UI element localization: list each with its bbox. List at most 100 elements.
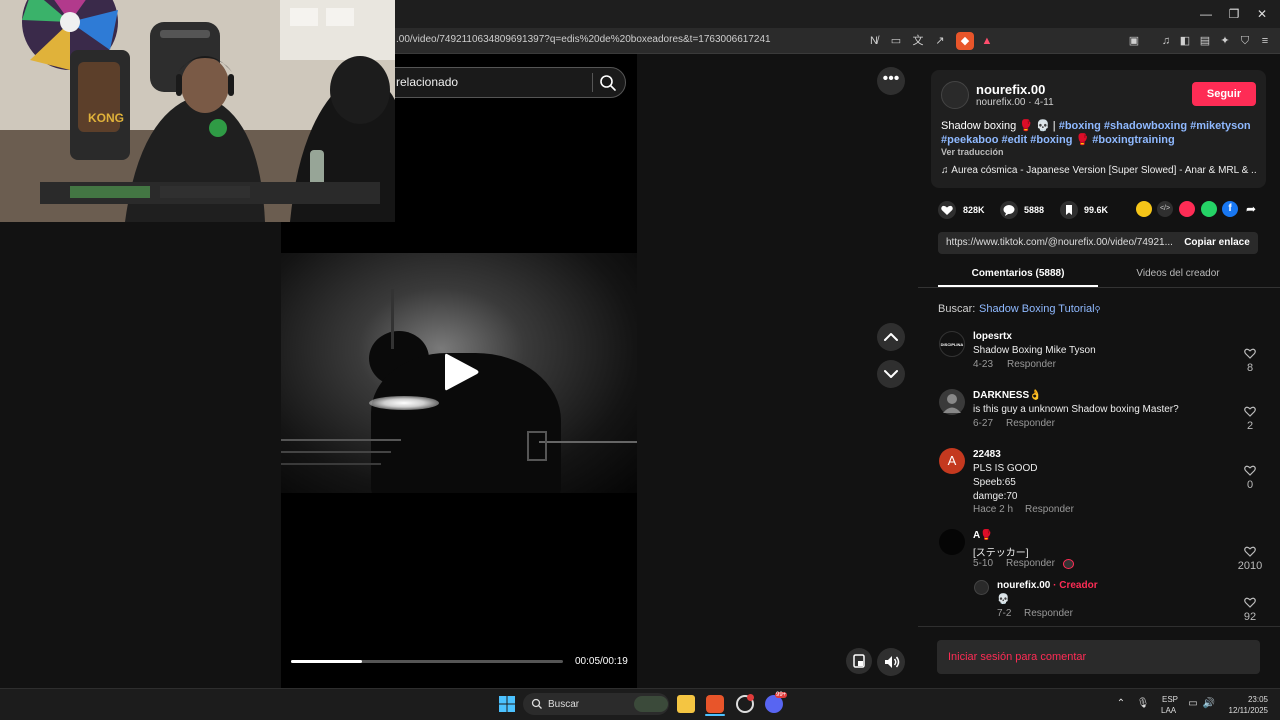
author-name[interactable]: nourefix.00	[976, 82, 1045, 97]
next-video-button[interactable]	[877, 360, 905, 388]
save-count: 99.6K	[1084, 205, 1109, 215]
previous-video-button[interactable]	[877, 323, 905, 351]
search-highlight-icon	[634, 696, 668, 712]
send-to-friends-icon[interactable]	[1179, 201, 1195, 217]
share-page-icon[interactable]: ↗	[931, 32, 949, 50]
comment-date: 4-23	[973, 359, 994, 370]
floating-player-button[interactable]	[846, 648, 872, 674]
taskbar-search-text[interactable]: Buscar	[548, 699, 579, 710]
video-description: Shadow boxing 🥊 💀 | #boxing #shadowboxin…	[941, 119, 1256, 147]
brave-rewards-icon[interactable]: ▲	[978, 32, 996, 50]
close-window-button[interactable]: ✕	[1252, 4, 1272, 24]
restore-button[interactable]: ❐	[1224, 4, 1244, 24]
notification-dot	[747, 694, 754, 701]
search-input-text[interactable]: relacionado	[396, 75, 458, 89]
like-button[interactable]	[938, 201, 956, 219]
comment-input-divider	[918, 626, 1280, 627]
comment-avatar[interactable]	[939, 529, 965, 555]
media-icon[interactable]: ♫	[1157, 32, 1175, 50]
comment-date: 5-10	[973, 558, 994, 569]
facebook-icon[interactable]: f	[1222, 201, 1238, 217]
keyboard-language[interactable]: ESP	[1162, 695, 1178, 704]
brave-shields-icon[interactable]: ◆	[956, 32, 974, 50]
share-arrow-icon[interactable]: ➦	[1243, 201, 1259, 217]
follow-button[interactable]: Seguir	[1192, 82, 1256, 106]
reply-button[interactable]: Responder	[1024, 608, 1073, 619]
webcam-image: KONG	[0, 0, 395, 222]
like-count: 828K	[963, 205, 985, 215]
brave-browser-icon[interactable]	[706, 695, 724, 713]
cast-icon[interactable]: ▭	[887, 32, 905, 50]
embed-icon[interactable]: </>	[1157, 201, 1173, 217]
comment-text: is this guy a unknown Shadow boxing Mast…	[973, 404, 1179, 415]
user-placeholder-icon	[943, 394, 961, 413]
comment-avatar[interactable]	[939, 389, 965, 415]
wallet-extension-icon[interactable]: ▤	[1196, 32, 1214, 50]
url-text[interactable]: .00/video/7492110634809691397?q=edis%20d…	[396, 34, 771, 45]
music-info[interactable]: ♫ Áurea cósmica - Japanese Version [Supe…	[941, 165, 1256, 176]
save-button[interactable]	[1060, 201, 1078, 219]
tab-comments[interactable]: Comentarios (5888)	[938, 268, 1098, 279]
whatsapp-icon[interactable]	[1201, 201, 1217, 217]
svg-text:KONG: KONG	[88, 111, 124, 125]
reader-off-icon[interactable]: N̸	[865, 32, 883, 50]
coin-icon[interactable]	[1136, 201, 1152, 217]
tray-overflow-icon[interactable]: ⌃	[1114, 697, 1128, 711]
volume-button[interactable]	[877, 648, 905, 676]
reply-username[interactable]: nourefix.00 · Creador	[997, 580, 1098, 591]
heart-outline-icon[interactable]	[1243, 595, 1257, 609]
comment-username[interactable]: DARKNESS👌	[973, 390, 1042, 401]
clock-date[interactable]: 12/11/2025	[1224, 706, 1268, 715]
keyboard-layout[interactable]: LAA	[1161, 706, 1176, 715]
network-icon[interactable]: ▭	[1186, 697, 1200, 711]
heart-outline-icon[interactable]	[1243, 404, 1257, 418]
translate-icon[interactable]: 文	[909, 32, 927, 50]
comment-username[interactable]: lopesrtx	[973, 331, 1012, 342]
reply-button[interactable]: Responder	[1006, 418, 1055, 429]
more-options-button[interactable]: •••	[877, 67, 905, 95]
start-button[interactable]	[498, 695, 516, 713]
reply-button[interactable]: Responder	[1006, 558, 1055, 569]
search-icon[interactable]	[598, 73, 618, 93]
taskbar-search-icon	[531, 698, 542, 709]
speaker-icon[interactable]: 🔊	[1202, 697, 1216, 711]
play-icon[interactable]	[441, 350, 481, 394]
wallet-icon[interactable]: ▣	[1125, 32, 1143, 50]
heart-outline-icon[interactable]	[1243, 544, 1257, 558]
comment-avatar[interactable]: DISCIPLINA	[939, 331, 965, 357]
video-time: 00:05/00:19	[575, 656, 628, 667]
comment-text: [ステッカー]	[973, 548, 1029, 559]
reply-avatar[interactable]	[974, 580, 989, 595]
reply-button[interactable]: Responder	[1007, 359, 1056, 370]
creator-tag: · Creador	[1053, 580, 1098, 591]
author-avatar[interactable]	[941, 81, 969, 109]
clock-time[interactable]: 23:05	[1238, 695, 1268, 704]
comment-text-line: damge:70	[973, 491, 1018, 502]
picture-in-picture-icon	[853, 654, 865, 668]
tab-creator-videos[interactable]: Videos del creador	[1098, 268, 1258, 279]
comment-icon	[1003, 205, 1015, 216]
minimize-button[interactable]: —	[1196, 4, 1216, 24]
heart-outline-icon[interactable]	[1243, 346, 1257, 360]
file-explorer-icon[interactable]	[677, 695, 695, 713]
comment-username[interactable]: A🥊	[973, 530, 993, 541]
leo-ai-icon[interactable]: ✦	[1216, 32, 1234, 50]
menu-icon[interactable]: ≡	[1256, 32, 1274, 50]
microphone-icon[interactable]: 🎙	[1136, 697, 1150, 711]
comment-count: 5888	[1024, 205, 1045, 215]
comment-text-line: Speeb:65	[973, 477, 1016, 488]
comment-date: 6-27	[973, 418, 994, 429]
login-to-comment-text[interactable]: Iniciar sesión para comentar	[948, 651, 1086, 663]
copy-link-button[interactable]: Copiar enlace	[1176, 232, 1258, 254]
comment-avatar[interactable]: A	[939, 448, 965, 474]
comment-button[interactable]	[1000, 201, 1018, 219]
heart-outline-icon[interactable]	[1243, 463, 1257, 477]
sidebar-icon[interactable]: ◧	[1176, 32, 1194, 50]
search-suggestion-link[interactable]: Shadow Boxing Tutorial⚲	[979, 303, 1100, 315]
comment-username[interactable]: 22483	[973, 449, 1001, 460]
video-link-text[interactable]: https://www.tiktok.com/@nourefix.00/vide…	[946, 237, 1174, 248]
reply-button[interactable]: Responder	[1025, 504, 1074, 515]
see-translation-link[interactable]: Ver traducción	[941, 147, 1004, 157]
vpn-icon[interactable]: ⛉	[1236, 32, 1254, 50]
author-subtitle: nourefix.00 · 4-11	[976, 97, 1054, 108]
